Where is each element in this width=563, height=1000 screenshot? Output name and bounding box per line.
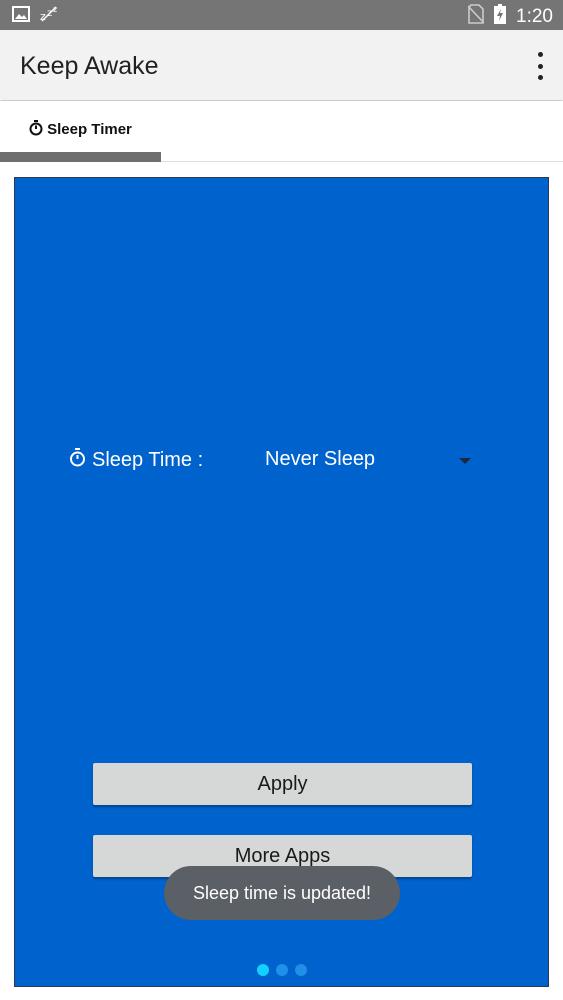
app-bar: Keep Awake [0, 30, 563, 100]
page-indicator [257, 964, 307, 976]
page-dot-2[interactable] [276, 964, 288, 976]
sleep-timer-panel: Sleep Time : Never Sleep Apply More Apps… [14, 177, 549, 987]
tab-label: Sleep Timer [47, 121, 132, 138]
sleep-time-dropdown[interactable]: Never Sleep [265, 448, 375, 471]
sleep-time-label-group: Sleep Time : [69, 448, 203, 473]
app-title: Keep Awake [20, 52, 159, 80]
apply-button[interactable]: Apply [93, 763, 472, 805]
clock-time: 1:20 [516, 6, 553, 27]
status-bar: zzz 1:20 [0, 0, 563, 30]
stopwatch-icon [29, 119, 43, 140]
tab-selected-indicator [0, 152, 161, 162]
toast-message: Sleep time is updated! [164, 866, 400, 920]
stopwatch-icon [69, 448, 86, 473]
sleep-zzz-icon: zzz [40, 5, 62, 27]
battery-charging-icon [494, 4, 507, 30]
sleep-time-label: Sleep Time : [92, 449, 204, 471]
page-dot-1[interactable] [257, 964, 269, 976]
dropdown-arrow-icon[interactable] [459, 458, 471, 464]
page-dot-3[interactable] [295, 964, 307, 976]
image-icon [12, 6, 30, 27]
sleep-time-row: Sleep Time : Never Sleep [69, 448, 489, 478]
overflow-menu-icon[interactable] [535, 52, 545, 80]
no-sim-icon [467, 4, 485, 30]
